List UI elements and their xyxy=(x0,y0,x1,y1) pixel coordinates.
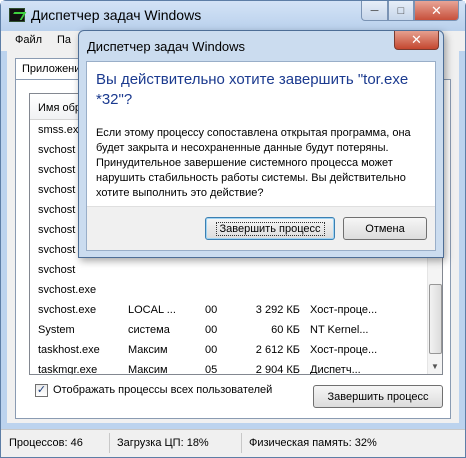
menu-options[interactable]: Па xyxy=(57,34,71,46)
confirm-button-label: Завершить процесс xyxy=(215,221,325,236)
process-description: Диспетч... xyxy=(310,364,361,375)
process-user: LOCAL ... xyxy=(128,304,176,316)
cancel-button[interactable]: Отмена xyxy=(343,217,427,240)
process-name: svchost xyxy=(38,264,76,276)
process-cpu: 00 xyxy=(205,344,218,356)
process-name: svchost.exe xyxy=(38,284,97,296)
column-header-label: Имя обр xyxy=(38,102,82,114)
window-title: Диспетчер задач Windows xyxy=(31,7,202,23)
process-name: taskmgr.exe xyxy=(38,364,98,375)
close-icon[interactable]: ✕ xyxy=(414,1,459,21)
process-name: svchost.exe xyxy=(38,304,97,316)
process-user: система xyxy=(128,324,170,336)
process-memory: 2 612 КБ xyxy=(255,344,300,356)
process-cpu: 00 xyxy=(205,304,218,316)
scroll-down-arrow-icon[interactable]: ▼ xyxy=(431,362,439,371)
process-user: Максим xyxy=(128,344,168,356)
cancel-button-label: Отмена xyxy=(365,222,405,235)
status-memory: Физическая память: 32% xyxy=(249,437,377,449)
dialog-title: Диспетчер задач Windows xyxy=(87,39,246,54)
dialog-heading: Вы действительно хотите завершить "tor.e… xyxy=(96,71,409,108)
confirm-end-process-button[interactable]: Завершить процесс xyxy=(205,217,335,240)
process-description: Хост-проце... xyxy=(310,344,378,356)
end-process-button-label: Завершить процесс xyxy=(327,390,429,403)
title-bar[interactable]: Диспетчер задач Windows ─ □ ✕ xyxy=(1,1,465,31)
process-row[interactable]: taskmgr.exe Максим 05 2 904 КБ Диспетч... xyxy=(30,360,427,375)
status-bar: Процессов: 46 Загрузка ЦП: 18% Физическа… xyxy=(1,429,465,457)
process-row[interactable]: svchost.exe xyxy=(30,280,427,300)
status-processes: Процессов: 46 xyxy=(9,437,83,449)
confirm-dialog: Диспетчер задач Windows ✕ Вы действитель… xyxy=(78,30,444,258)
task-manager-icon xyxy=(9,8,25,22)
process-cpu: 00 xyxy=(205,324,218,336)
process-row[interactable]: svchost.exe LOCAL ... 00 3 292 КБ Хост-проце… xyxy=(30,300,427,320)
process-memory: 2 904 КБ xyxy=(255,364,300,375)
scrollbar-thumb[interactable] xyxy=(429,284,442,354)
process-name: taskhost.exe xyxy=(38,344,100,356)
menu-file[interactable]: Файл xyxy=(15,34,42,46)
status-separator xyxy=(109,433,110,453)
dialog-message: Если этому процессу сопоставлена открыта… xyxy=(96,127,411,199)
caption-buttons: ─ □ ✕ xyxy=(361,1,459,21)
process-name: System xyxy=(38,324,75,336)
process-memory: 3 292 КБ xyxy=(255,304,300,316)
process-cpu: 05 xyxy=(205,364,218,375)
dialog-footer: Завершить процесс Отмена xyxy=(87,206,435,250)
process-row[interactable]: taskhost.exe Максим 00 2 612 КБ Хост-проце..… xyxy=(30,340,427,360)
process-description: Хост-проце... xyxy=(310,304,378,316)
minimize-button[interactable]: ─ xyxy=(361,1,388,21)
show-all-users-label[interactable]: Отображать процессы всех пользователей xyxy=(53,384,272,396)
maximize-button[interactable]: □ xyxy=(388,1,414,21)
process-row[interactable]: svchost xyxy=(30,260,427,280)
process-memory: 60 КБ xyxy=(271,324,300,336)
close-icon[interactable]: ✕ xyxy=(394,31,439,50)
dialog-body: Вы действительно хотите завершить "tor.e… xyxy=(86,61,436,251)
status-separator xyxy=(241,433,242,453)
checkmark-icon[interactable]: ✓ xyxy=(35,384,48,397)
process-row[interactable]: System система 00 60 КБ NT Kernel... xyxy=(30,320,427,340)
process-description: NT Kernel... xyxy=(310,324,369,336)
status-cpu: Загрузка ЦП: 18% xyxy=(117,437,209,449)
end-process-button[interactable]: Завершить процесс xyxy=(313,385,443,408)
process-user: Максим xyxy=(128,364,168,375)
